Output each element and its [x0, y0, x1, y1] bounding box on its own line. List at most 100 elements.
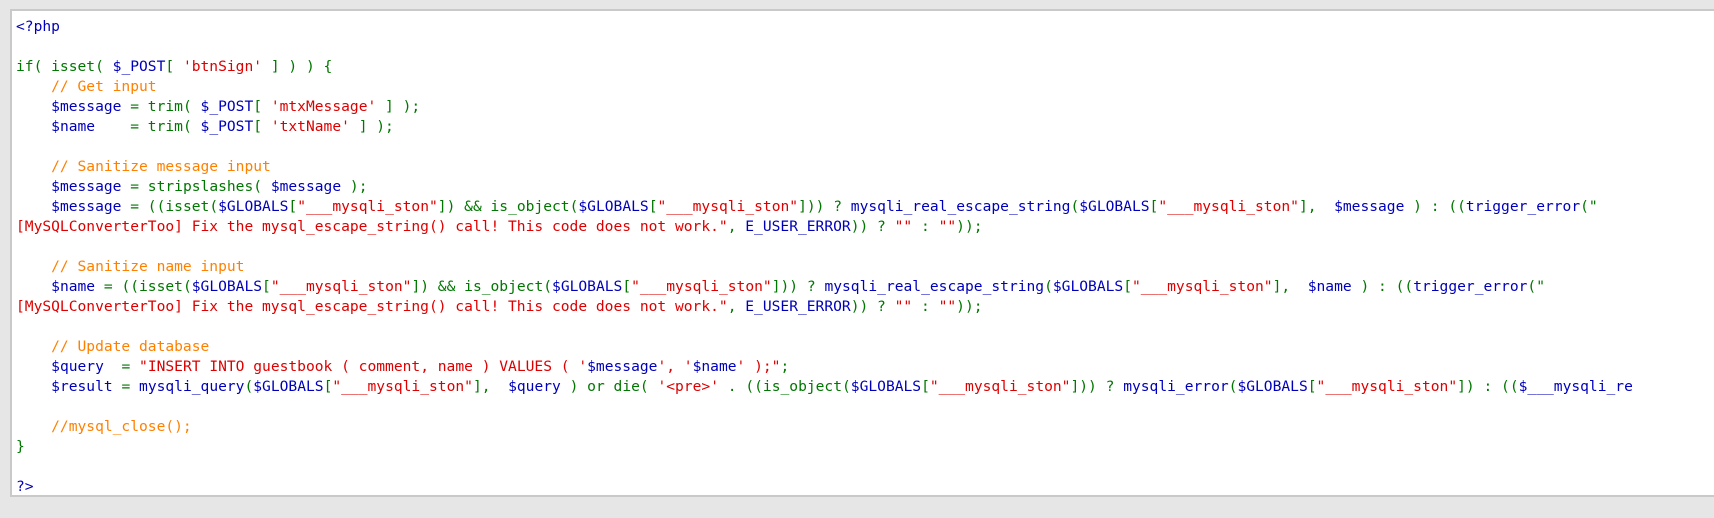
code-token: "___mysqli_ston"	[1131, 278, 1273, 295]
code-token: (	[244, 378, 254, 395]
code-token: ("	[1527, 278, 1545, 295]
code-token: "___mysqli_ston"	[332, 378, 473, 395]
code-token: (	[1044, 278, 1053, 295]
code-token: [	[262, 278, 271, 295]
code-token: '<pre>'	[657, 378, 719, 395]
code-token: ]) && is_object(	[411, 278, 553, 295]
code-token: 'txtName'	[270, 118, 350, 135]
code-token: = ((isset(	[121, 198, 219, 215]
code-token: ] ) ) {	[262, 58, 333, 75]
code-token: 'btnSign'	[182, 58, 263, 75]
code-token: $name	[51, 118, 96, 135]
code-token: $message	[587, 358, 658, 375]
code-token: E_USER_ERROR	[745, 298, 851, 315]
code-token: "INSERT INTO guestbook ( comment, name )…	[139, 358, 588, 375]
code-token: $___mysqli_re	[1518, 378, 1633, 395]
code-token: if( isset(	[16, 58, 113, 75]
code-token: mysqli_query	[139, 378, 245, 395]
code-token: = stripslashes(	[121, 178, 271, 195]
code-token: [	[253, 118, 271, 135]
code-token: // Update database	[16, 338, 210, 355]
code-line: $name = ((isset($GLOBALS["___mysqli_ston…	[16, 277, 1714, 297]
code-token: ) : ((	[1351, 278, 1414, 295]
code-token: ])) ?	[771, 278, 825, 295]
code-line: $result = mysqli_query($GLOBALS["___mysq…	[16, 377, 1714, 397]
code-line: $message = ((isset($GLOBALS["___mysqli_s…	[16, 197, 1714, 217]
code-token: $message	[51, 178, 122, 195]
code-token: ""	[894, 298, 913, 315]
code-token: "___mysqli_ston"	[1158, 198, 1299, 215]
code-token: )) ?	[850, 298, 895, 315]
code-token: mysqli_error	[1123, 378, 1229, 395]
code-token: trigger_error	[1465, 198, 1581, 215]
code-token: ])) ?	[798, 198, 851, 215]
code-token: [	[1307, 378, 1317, 395]
code-token: = ((isset(	[95, 278, 192, 295]
code-token: "___mysqli_ston"	[631, 278, 772, 295]
code-token: $result	[51, 378, 113, 395]
code-token: ] );	[376, 98, 421, 115]
code-line: //mysql_close();	[16, 417, 1714, 437]
code-token: $message	[1334, 198, 1405, 215]
code-token: //mysql_close();	[16, 418, 192, 435]
code-token: "___mysqli_ston"	[297, 198, 438, 215]
code-token: $message	[51, 198, 122, 215]
code-line: <?php	[16, 17, 1714, 37]
code-token: "___mysqli_ston"	[270, 278, 412, 295]
code-token: $_POST	[112, 58, 166, 75]
code-line: $name = trim( $_POST[ 'txtName' ] );	[16, 117, 1714, 137]
code-token: [	[165, 58, 183, 75]
code-line: // Update database	[16, 337, 1714, 357]
code-token: E_USER_ERROR	[745, 218, 851, 235]
code-token: // Sanitize name input	[16, 258, 245, 275]
code-token: // Get input	[16, 78, 157, 95]
code-token: ],	[472, 378, 509, 395]
code-token: . ((is_object(	[719, 378, 851, 395]
code-token: $name	[51, 278, 96, 295]
code-token: ' );"	[736, 358, 781, 375]
code-token: "___mysqli_ston"	[1316, 378, 1458, 395]
code-line: // Get input	[16, 77, 1714, 97]
code-token: ]) : ((	[1457, 378, 1519, 395]
code-token: )) ?	[850, 218, 895, 235]
code-token: [	[921, 378, 930, 395]
code-token: ])) ?	[1070, 378, 1124, 395]
code-token: ,	[727, 298, 746, 315]
code-token: ("	[1580, 198, 1598, 215]
code-line: ?>	[16, 477, 1714, 495]
code-token: = trim(	[121, 98, 201, 115]
code-line: }	[16, 437, 1714, 457]
code-line: [MySQLConverterToo] Fix the mysql_escape…	[16, 297, 1714, 317]
code-token: $GLOBALS	[850, 378, 922, 395]
code-token: [	[622, 278, 632, 295]
code-token: "___mysqli_ston"	[657, 198, 799, 215]
code-token: = trim(	[95, 118, 201, 135]
code-token: ]) && is_object(	[437, 198, 579, 215]
code-token: );	[341, 178, 368, 195]
php-source-code: <?php if( isset( $_POST[ 'btnSign' ] ) )…	[12, 11, 1714, 495]
code-token: ) : ((	[1404, 198, 1466, 215]
code-token: [MySQLConverterToo] Fix the mysql_escape…	[16, 218, 728, 235]
source-code-panel: <?php if( isset( $_POST[ 'btnSign' ] ) )…	[10, 9, 1714, 497]
code-token: $GLOBALS	[218, 198, 289, 215]
code-token: ,	[727, 218, 746, 235]
code-line: $message = stripslashes( $message );	[16, 177, 1714, 197]
code-token: ""	[938, 218, 957, 235]
code-token: ));	[956, 218, 983, 235]
code-token: $GLOBALS	[1237, 378, 1308, 395]
code-token: $GLOBALS	[552, 278, 623, 295]
code-token: ] );	[349, 118, 394, 135]
code-token: [	[253, 98, 271, 115]
code-token: =	[103, 358, 140, 375]
